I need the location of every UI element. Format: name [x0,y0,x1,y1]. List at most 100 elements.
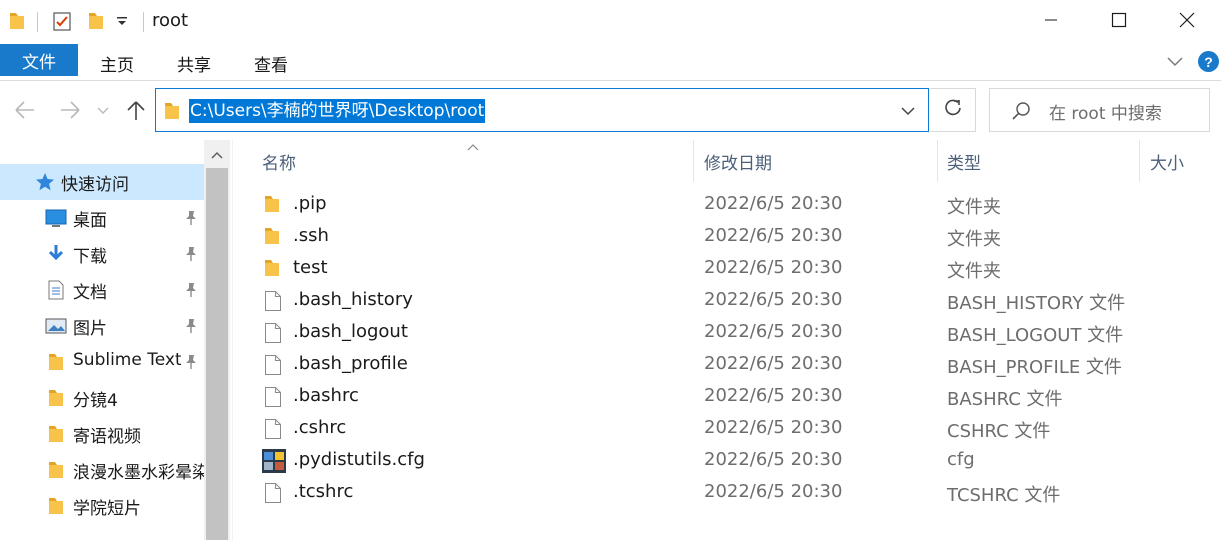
file-name: .bash_logout [293,321,408,342]
column-modified[interactable]: 修改日期 [704,149,772,174]
search-icon [1010,100,1032,126]
file-row[interactable]: .bash_logout 2022/6/5 20:30 BASH_LOGOUT … [234,317,1221,349]
nav-item-quick-access[interactable]: 快速访问 [0,164,204,200]
file-row[interactable]: .bash_history 2022/6/5 20:30 BASH_HISTOR… [234,285,1221,317]
column-divider[interactable] [1139,140,1140,182]
column-divider[interactable] [937,140,938,182]
close-button[interactable] [1153,0,1221,44]
file-date: 2022/6/5 20:30 [704,225,843,246]
nav-item-documents[interactable]: 文档 [0,272,204,308]
folder-icon [9,11,25,35]
file-name: .ssh [293,225,329,246]
nav-item-folder[interactable]: 学院短片 [0,488,204,524]
refresh-icon [943,98,963,122]
file-type: CSHRC 文件 [947,421,1051,442]
scroll-thumb[interactable] [206,168,228,540]
download-icon [47,244,65,268]
address-path[interactable]: C:\Users\李楠的世界呀\Desktop\root [189,99,486,123]
nav-item-label: 下载 [73,247,107,267]
file-name: .pydistutils.cfg [293,449,425,470]
tab-view[interactable]: 查看 [254,51,288,76]
forward-button[interactable] [58,96,82,128]
scroll-up-button[interactable] [204,140,230,166]
nav-item-folder[interactable]: 浪漫水墨水彩晕染 [0,452,205,488]
desktop-icon [45,208,67,232]
file-row[interactable]: test 2022/6/5 20:30 文件夹 [234,253,1221,285]
file-name: .pip [293,193,327,214]
file-row[interactable]: .tcshrc 2022/6/5 20:30 TCSHRC 文件 [234,477,1221,509]
folder-icon [264,226,280,250]
file-type: BASHRC 文件 [947,389,1063,410]
file-name: .bash_profile [293,353,408,374]
column-size[interactable]: 大小 [1150,149,1184,174]
file-date: 2022/6/5 20:30 [704,481,843,502]
properties-icon[interactable] [53,11,71,31]
file-icon [264,386,282,412]
folder-icon [264,194,280,218]
column-divider[interactable] [693,140,694,182]
tab-file[interactable]: 文件 [0,44,78,76]
file-type: 文件夹 [947,229,1001,250]
title-bar: root [0,0,1221,44]
file-date: 2022/6/5 20:30 [704,193,843,214]
nav-item-folder[interactable]: 寄语视频 [0,416,204,452]
search-box[interactable]: 在 root 中搜索 [989,88,1210,132]
file-date: 2022/6/5 20:30 [704,385,843,406]
nav-item-label: 快速访问 [61,175,129,195]
document-icon [47,280,65,304]
file-type: TCSHRC 文件 [947,485,1061,506]
column-header: 名称 修改日期 类型 大小 [234,140,1221,182]
file-name: .tcshrc [293,481,354,502]
back-button[interactable] [13,96,37,128]
minimize-button[interactable] [1017,0,1085,44]
refresh-button[interactable] [930,88,976,132]
file-row[interactable]: .pip 2022/6/5 20:30 文件夹 [234,189,1221,221]
nav-item-desktop[interactable]: 桌面 [0,200,204,236]
folder-icon [164,101,180,125]
recent-locations-icon[interactable] [96,102,110,121]
nav-scrollbar[interactable] [204,140,230,540]
file-type: 文件夹 [947,197,1001,218]
column-type[interactable]: 类型 [947,149,981,174]
maximize-button[interactable] [1085,0,1153,44]
up-button[interactable] [125,96,147,128]
nav-item-label: 浪漫水墨水彩晕染 [73,463,205,483]
chevron-up-icon [211,144,223,163]
tab-share[interactable]: 共享 [177,51,211,76]
file-row[interactable]: .cshrc 2022/6/5 20:30 CSHRC 文件 [234,413,1221,445]
help-icon[interactable]: ? [1198,51,1219,72]
file-row[interactable]: .bashrc 2022/6/5 20:30 BASHRC 文件 [234,381,1221,413]
file-type: cfg [947,449,975,470]
tab-home[interactable]: 主页 [100,51,134,76]
pin-icon [184,210,198,230]
file-type: BASH_PROFILE 文件 [947,357,1122,378]
file-icon [264,418,282,444]
folder-icon [264,258,280,282]
nav-item-downloads[interactable]: 下载 [0,236,204,272]
customize-toolbar-icon[interactable] [116,15,128,30]
file-date: 2022/6/5 20:30 [704,321,843,342]
pin-icon [184,246,198,266]
expand-ribbon-icon[interactable] [1165,51,1185,75]
star-icon [35,172,55,196]
file-icon [264,290,282,316]
file-row[interactable]: .pydistutils.cfg 2022/6/5 20:30 cfg [234,445,1221,477]
file-row[interactable]: .bash_profile 2022/6/5 20:30 BASH_PROFIL… [234,349,1221,381]
divider [232,140,233,540]
nav-item-pictures[interactable]: 图片 [0,308,204,344]
navigation-pane: 快速访问 桌面 下载 文档 图片 Sublime Text 分镜4 寄语视频 浪… [0,140,232,540]
new-folder-icon[interactable] [88,11,104,35]
nav-item-folder[interactable]: 分镜4 [0,380,204,416]
file-name: .bash_history [293,289,413,310]
window-title: root [152,10,189,31]
file-type: 文件夹 [947,261,1001,282]
column-name[interactable]: 名称 [262,149,296,174]
nav-item-sublime-text[interactable]: Sublime Text [0,344,204,380]
close-icon [1179,12,1195,32]
address-bar[interactable]: C:\Users\李楠的世界呀\Desktop\root [155,88,929,132]
file-name: test [293,257,328,278]
search-input[interactable]: 在 root 中搜索 [1049,99,1162,124]
chevron-down-icon[interactable] [900,103,916,122]
file-row[interactable]: .ssh 2022/6/5 20:30 文件夹 [234,221,1221,253]
nav-item-label: 图片 [73,319,107,339]
